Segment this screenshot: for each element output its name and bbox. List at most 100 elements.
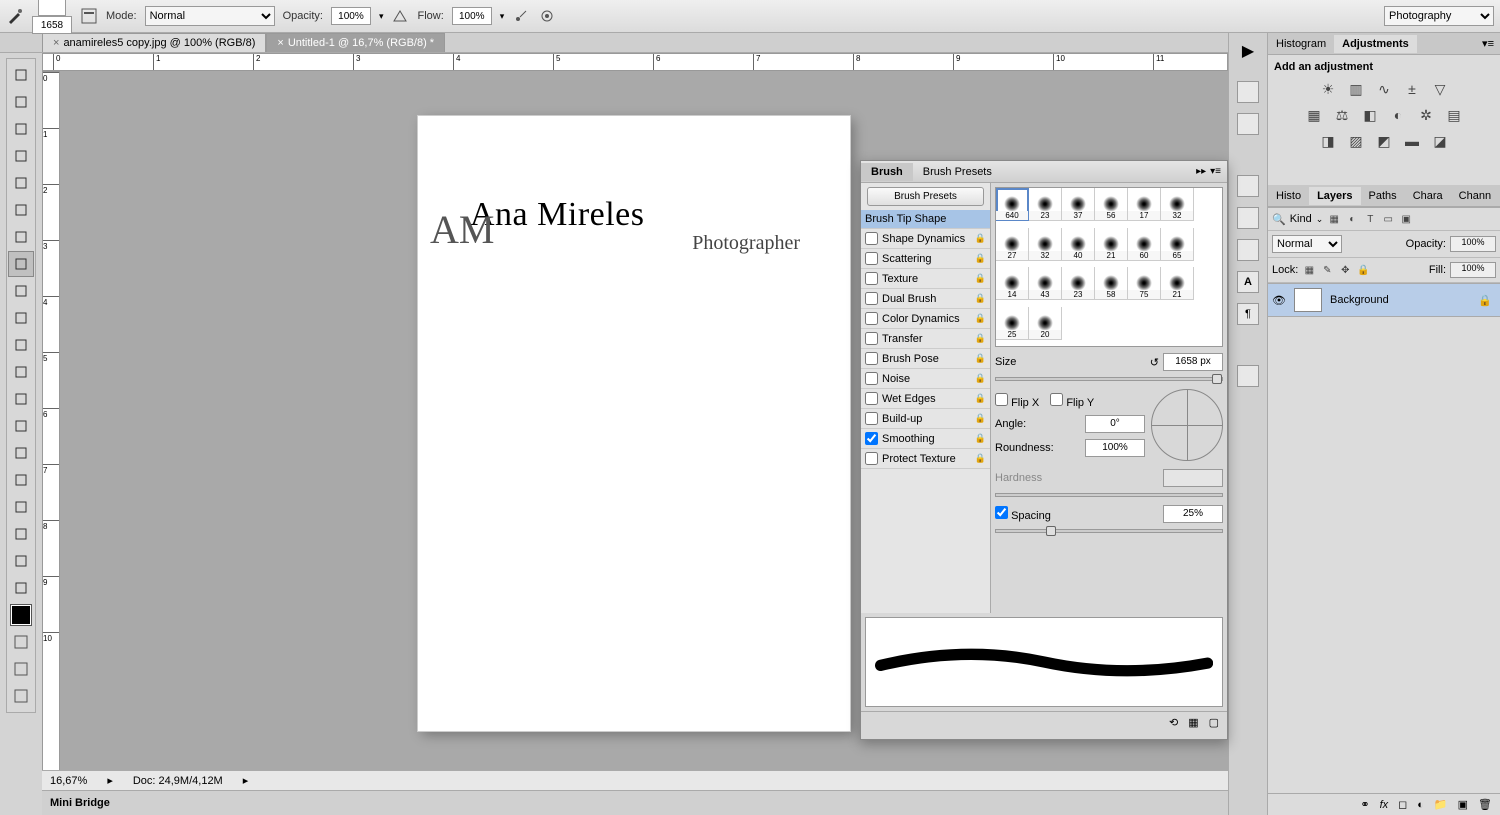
brush-tip-cell[interactable]: 32 bbox=[1029, 228, 1062, 261]
foreground-swatch[interactable] bbox=[11, 605, 31, 625]
brush-option-item[interactable]: Build-up🔒 bbox=[861, 409, 990, 429]
panel-icon[interactable] bbox=[1237, 175, 1259, 197]
history-tool[interactable] bbox=[8, 305, 34, 331]
brush-tip-cell[interactable]: 14 bbox=[996, 267, 1029, 300]
size-slider[interactable] bbox=[995, 377, 1223, 381]
quickmask-mode-button[interactable] bbox=[8, 656, 34, 682]
brush-tip-cell[interactable]: 23 bbox=[1062, 267, 1095, 300]
gradient-map-icon[interactable]: ▬ bbox=[1402, 131, 1422, 151]
brush-option-item[interactable]: Texture🔒 bbox=[861, 269, 990, 289]
brush-tip-cell[interactable]: 25 bbox=[996, 307, 1029, 340]
brush-option-item[interactable]: Shape Dynamics🔒 bbox=[861, 229, 990, 249]
brush-tip-cell[interactable]: 17 bbox=[1128, 188, 1161, 221]
lock-icon[interactable]: 🔒 bbox=[975, 233, 986, 244]
trash-icon[interactable]: ▢ bbox=[1209, 716, 1219, 729]
visibility-icon[interactable]: 👁 bbox=[1272, 294, 1288, 307]
brush-option-item[interactable]: Smoothing🔒 bbox=[861, 429, 990, 449]
brush-tip-cell[interactable]: 27 bbox=[996, 228, 1029, 261]
standard-mode-button[interactable] bbox=[8, 629, 34, 655]
eyedropper-tool[interactable] bbox=[8, 197, 34, 223]
filter-type-icon[interactable]: T bbox=[1363, 212, 1377, 226]
link-layers-icon[interactable]: ⚭ bbox=[1360, 798, 1369, 811]
brush-presets-button[interactable]: Brush Presets bbox=[867, 187, 983, 206]
layer-mask-icon[interactable]: ◻ bbox=[1398, 798, 1407, 811]
brush-option-item[interactable]: Noise🔒 bbox=[861, 369, 990, 389]
brush-tip-cell[interactable]: 21 bbox=[1161, 267, 1194, 300]
pen-tool[interactable] bbox=[8, 440, 34, 466]
panel-tab[interactable]: Histo bbox=[1268, 187, 1309, 205]
lock-icon[interactable]: 🔒 bbox=[975, 393, 986, 404]
brush-option-item[interactable]: Brush Pose🔒 bbox=[861, 349, 990, 369]
tab-histogram[interactable]: Histogram bbox=[1268, 35, 1334, 53]
layer-style-icon[interactable]: fx bbox=[1380, 799, 1389, 811]
brush-tip-cell[interactable]: 56 bbox=[1095, 188, 1128, 221]
lock-paint-icon[interactable]: ✎ bbox=[1320, 263, 1334, 277]
color-balance-icon[interactable]: ⚖ bbox=[1332, 105, 1352, 125]
panel-icon[interactable] bbox=[1237, 365, 1259, 387]
brightness-icon[interactable]: ☀ bbox=[1318, 79, 1338, 99]
wand-tool[interactable] bbox=[8, 143, 34, 169]
lock-icon[interactable]: 🔒 bbox=[975, 353, 986, 364]
vibrance-icon[interactable]: ▽ bbox=[1430, 79, 1450, 99]
horizontal-ruler[interactable]: 01234567891011121314 bbox=[42, 53, 1228, 71]
crop-tool[interactable] bbox=[8, 170, 34, 196]
brush-tip-shape-item[interactable]: Brush Tip Shape bbox=[861, 210, 990, 229]
panel-icon[interactable] bbox=[1237, 113, 1259, 135]
layer-blend-select[interactable]: Normal bbox=[1272, 235, 1342, 253]
layer-opacity-input[interactable]: 100% bbox=[1450, 236, 1496, 252]
roundness-input[interactable]: 100% bbox=[1085, 439, 1145, 457]
play-action-icon[interactable]: ▶ bbox=[1242, 41, 1254, 61]
selective-color-icon[interactable]: ◪ bbox=[1430, 131, 1450, 151]
marquee-tool[interactable] bbox=[8, 89, 34, 115]
brush-option-item[interactable]: Scattering🔒 bbox=[861, 249, 990, 269]
threshold-icon[interactable]: ◩ bbox=[1374, 131, 1394, 151]
pressure-size-icon[interactable] bbox=[538, 7, 556, 25]
screen-mode-button[interactable] bbox=[8, 683, 34, 709]
airbrush-icon[interactable] bbox=[512, 7, 530, 25]
close-icon[interactable]: × bbox=[53, 37, 59, 49]
new-preset-icon[interactable]: ▦ bbox=[1188, 716, 1198, 729]
posterize-icon[interactable]: ▨ bbox=[1346, 131, 1366, 151]
move-tool[interactable] bbox=[8, 62, 34, 88]
blend-mode-select[interactable]: Normal bbox=[145, 6, 275, 26]
vertical-ruler[interactable]: 012345678910 bbox=[42, 71, 60, 787]
lock-all-icon[interactable]: 🔒 bbox=[1356, 263, 1370, 277]
hue-icon[interactable]: ▦ bbox=[1304, 105, 1324, 125]
tab-brush[interactable]: Brush bbox=[861, 163, 913, 181]
lock-icon[interactable]: 🔒 bbox=[975, 253, 986, 264]
bw-icon[interactable]: ◧ bbox=[1360, 105, 1380, 125]
flow-input[interactable] bbox=[452, 7, 492, 25]
brush-option-item[interactable]: Color Dynamics🔒 bbox=[861, 309, 990, 329]
lock-icon[interactable]: 🔒 bbox=[975, 433, 986, 444]
close-icon[interactable]: × bbox=[277, 37, 283, 49]
rect-tool[interactable] bbox=[8, 521, 34, 547]
flip-x-checkbox[interactable]: Flip X bbox=[995, 397, 1039, 409]
collapse-icon[interactable]: ▸▸ bbox=[1196, 166, 1206, 177]
toggle-preview-icon[interactable]: ⟲ bbox=[1169, 716, 1178, 729]
panel-tab[interactable]: Paths bbox=[1361, 187, 1405, 205]
path-select-tool[interactable] bbox=[8, 494, 34, 520]
lock-icon[interactable]: 🔒 bbox=[975, 453, 986, 464]
panel-tab[interactable]: Layers bbox=[1309, 187, 1360, 205]
eraser-tool[interactable] bbox=[8, 332, 34, 358]
filter-shape-icon[interactable]: ▭ bbox=[1381, 212, 1395, 226]
flip-y-checkbox[interactable]: Flip Y bbox=[1050, 397, 1094, 409]
opacity-input[interactable] bbox=[331, 7, 371, 25]
brush-tip-cell[interactable]: 43 bbox=[1029, 267, 1062, 300]
heal-tool[interactable] bbox=[8, 224, 34, 250]
brush-tip-cell[interactable]: 58 bbox=[1095, 267, 1128, 300]
new-layer-icon[interactable]: ▣ bbox=[1458, 798, 1468, 811]
panel-menu-icon[interactable]: ▾≡ bbox=[1210, 166, 1221, 177]
brush-tip-cell[interactable]: 20 bbox=[1029, 307, 1062, 340]
panel-icon[interactable]: A bbox=[1237, 271, 1259, 293]
blur-tool[interactable] bbox=[8, 386, 34, 412]
stamp-tool[interactable] bbox=[8, 278, 34, 304]
brush-option-item[interactable]: Dual Brush🔒 bbox=[861, 289, 990, 309]
brush-tip-cell[interactable]: 75 bbox=[1128, 267, 1161, 300]
tab-brush-presets[interactable]: Brush Presets bbox=[913, 163, 1002, 181]
lock-icon[interactable]: 🔒 bbox=[975, 333, 986, 344]
brush-tool[interactable] bbox=[8, 251, 34, 277]
lock-icon[interactable]: 🔒 bbox=[975, 273, 986, 284]
brush-panel-toggle-icon[interactable] bbox=[80, 7, 98, 25]
dodge-tool[interactable] bbox=[8, 413, 34, 439]
